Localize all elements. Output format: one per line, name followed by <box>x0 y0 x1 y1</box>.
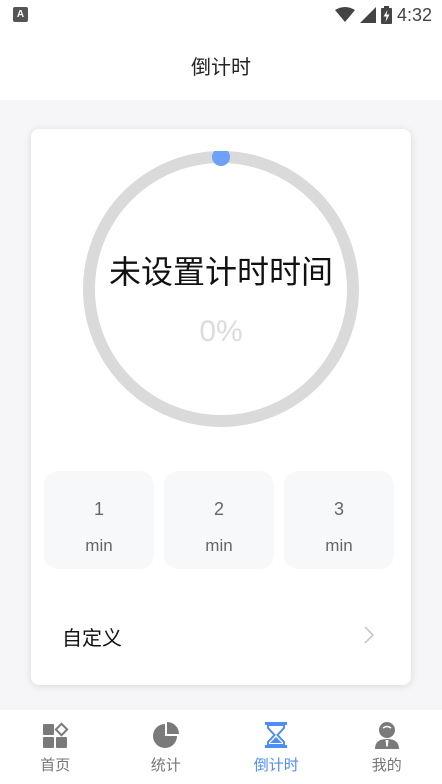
custom-time-row[interactable]: 自定义 <box>31 609 411 661</box>
preset-value: 2 <box>213 499 224 519</box>
progress-ring: 未设置计时时间 0% <box>83 151 359 427</box>
tab-label: 首页 <box>40 756 71 774</box>
preset-3-min-button[interactable]: 3 min <box>284 471 394 569</box>
tab-countdown[interactable]: 倒计时 <box>221 710 332 784</box>
app-header: 倒计时 <box>0 30 442 100</box>
cell-signal-icon <box>359 7 376 23</box>
tab-statistics[interactable]: 统计 <box>111 710 222 784</box>
preset-unit: min <box>325 536 353 555</box>
bottom-tab-bar: 首页 统计 倒计时 我的 <box>0 710 442 784</box>
preset-buttons: 1 min 2 min 3 min <box>44 471 394 569</box>
status-time: 4:32 <box>396 4 432 25</box>
status-bar: A 4:32 <box>0 0 442 30</box>
chevron-right-icon <box>364 626 375 644</box>
user-profile-icon <box>374 722 399 749</box>
wifi-icon <box>334 7 355 22</box>
timer-status-label: 未设置计时时间 <box>108 253 333 291</box>
hourglass-icon <box>265 722 288 748</box>
preset-2-min-button[interactable]: 2 min <box>164 471 274 569</box>
preset-value: 3 <box>333 499 344 519</box>
status-icons: 4:32 <box>334 4 432 26</box>
tab-label: 倒计时 <box>253 756 299 774</box>
tab-home[interactable]: 首页 <box>0 710 111 784</box>
custom-time-label: 自定义 <box>62 626 122 650</box>
tab-label: 统计 <box>150 756 181 774</box>
tab-profile[interactable]: 我的 <box>332 710 442 784</box>
preset-unit: min <box>205 536 233 555</box>
notification-icon: A <box>13 7 28 22</box>
preset-1-min-button[interactable]: 1 min <box>44 471 154 569</box>
page-title: 倒计时 <box>191 54 251 79</box>
home-grid-icon <box>43 722 69 748</box>
pie-chart-icon <box>152 722 179 748</box>
battery-charging-icon <box>380 6 392 24</box>
tab-label: 我的 <box>371 756 402 774</box>
countdown-card: 未设置计时时间 0% 1 min 2 min 3 min 自定义 <box>31 129 411 685</box>
preset-unit: min <box>85 536 113 555</box>
timer-percent: 0% <box>199 315 243 348</box>
preset-value: 1 <box>93 499 104 519</box>
ring-knob[interactable] <box>212 151 230 166</box>
